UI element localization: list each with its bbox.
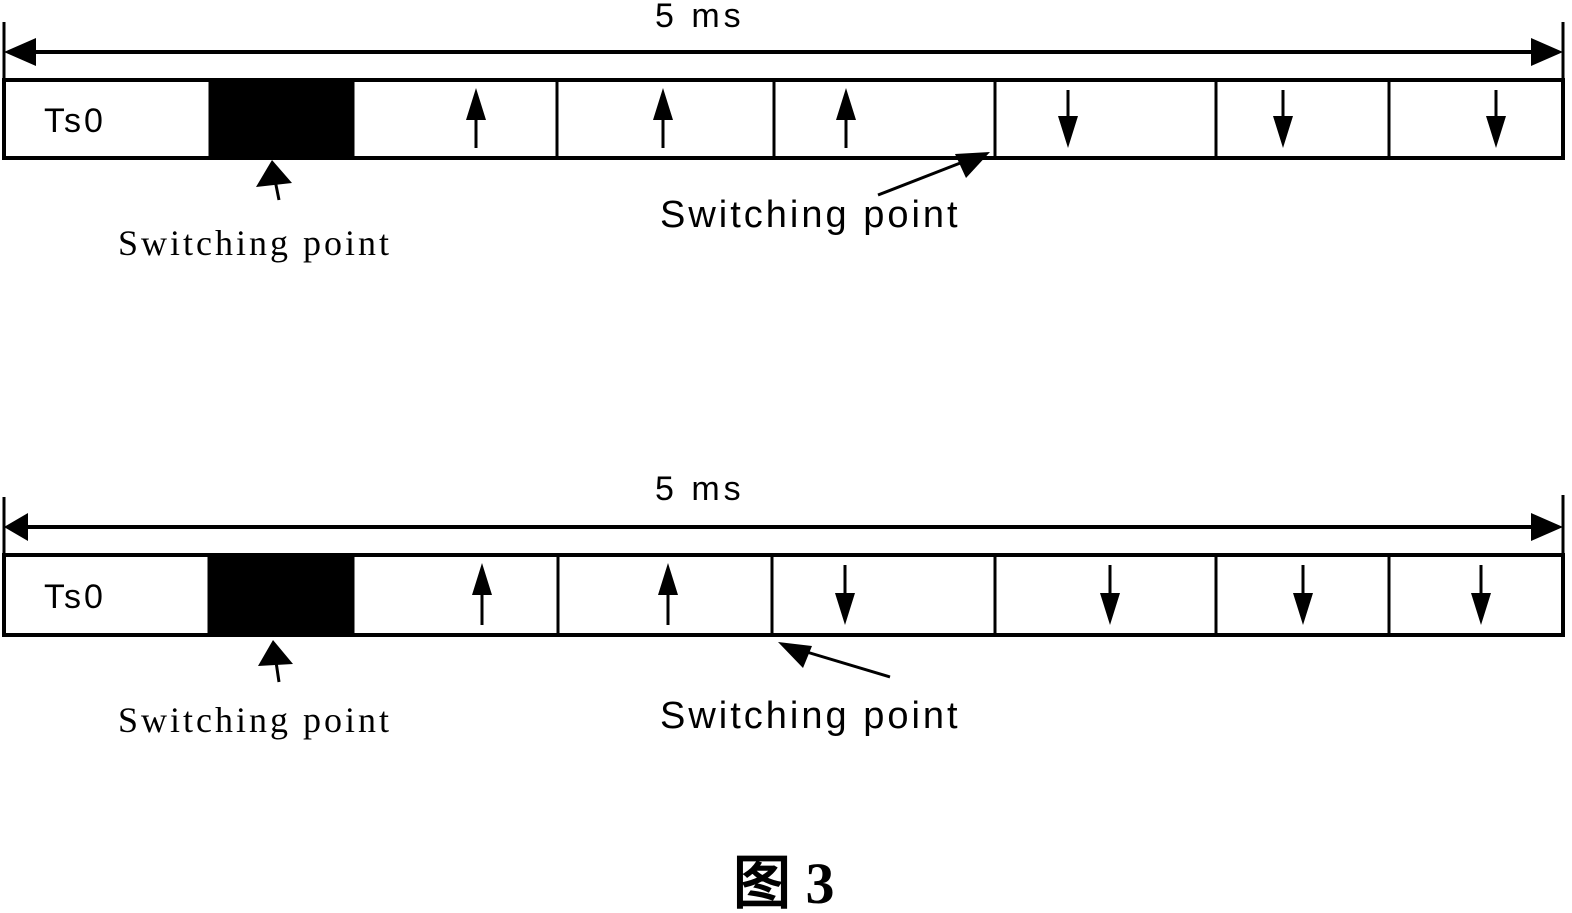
frame-2-duration-arrow	[2, 495, 1565, 557]
frame-2-slot-0: Ts0	[44, 578, 106, 616]
frame-1-switching-point-1-arrowhead-icon	[256, 160, 292, 187]
frame-2-arrowhead-left-icon	[4, 513, 28, 541]
frame-1-arrowhead-right-icon	[1531, 38, 1563, 66]
frame-2-ts0-label: Ts0	[44, 578, 106, 616]
frame-1-slot-1	[208, 78, 353, 160]
frame-2: 5 ms Ts0 Switching point Switching point	[2, 470, 1565, 740]
frame-1-switching-point-1-label: Switching point	[118, 223, 392, 263]
frame-1-switching-point-2-label: Switching point	[660, 194, 961, 236]
frame-1-switching-point-2-pointer	[877, 158, 969, 197]
frame-2-slot-1	[207, 553, 353, 637]
frame-2-switching-point-1-label: Switching point	[118, 700, 392, 740]
frame-2-switching-point-2: Switching point	[660, 642, 961, 737]
frame-2-guard-period-block	[209, 553, 353, 637]
frame-1-guard-period-block	[210, 78, 353, 160]
frame-2-switching-point-2-label: Switching point	[660, 695, 961, 737]
frame-1-switching-point-2-arrowhead-icon	[955, 152, 990, 178]
frame-1-arrowhead-left-icon	[4, 38, 36, 66]
tdd-frame-diagram: 5 ms Ts0 Switching point Switching point…	[2, 0, 1565, 913]
frame-2-switching-point-2-arrowhead-icon	[778, 642, 812, 668]
frame-1: 5 ms Ts0 Switching point Switching point	[2, 0, 1565, 263]
frame-1-slot-0: Ts0	[44, 102, 106, 140]
frame-1-ts0-label: Ts0	[44, 102, 106, 140]
frame-1-duration-arrow	[2, 22, 1565, 82]
frame-2-switching-point-2-pointer	[799, 648, 891, 679]
frame-2-arrowhead-right-icon	[1531, 513, 1563, 541]
frame-1-slots: Ts0	[2, 78, 1565, 160]
figure-caption: 图 3	[733, 851, 835, 913]
frame-1-switching-point-1: Switching point	[118, 160, 392, 263]
frame-2-duration-label: 5 ms	[655, 470, 745, 508]
frame-2-slots: Ts0	[2, 553, 1565, 637]
frame-1-duration-label: 5 ms	[655, 0, 745, 35]
frame-2-switching-point-1: Switching point	[118, 640, 392, 740]
frame-2-switching-point-1-arrowhead-icon	[258, 640, 293, 666]
frame-1-switching-point-2: Switching point	[660, 152, 990, 236]
